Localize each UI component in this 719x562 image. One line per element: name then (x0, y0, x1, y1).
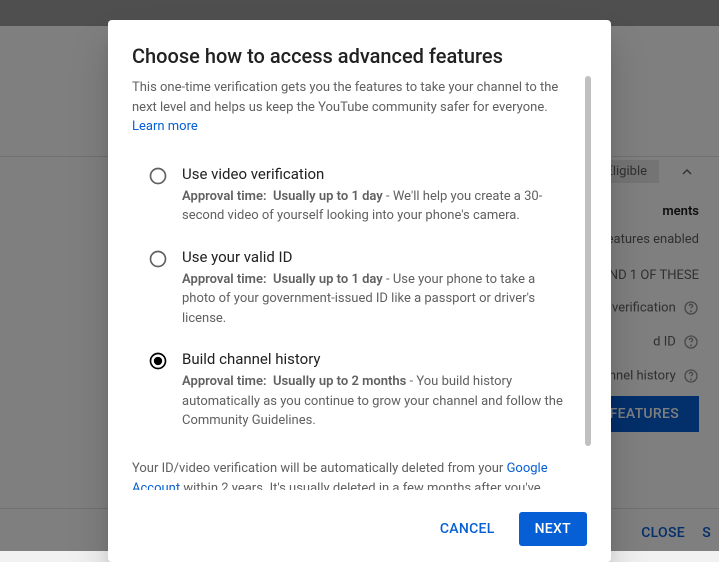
option-description: Approval time: Usually up to 2 months - … (182, 372, 569, 431)
option-description: Approval time: Usually up to 1 day - We'… (182, 187, 569, 226)
option-valid-id[interactable]: Use your valid ID Approval time: Usually… (148, 248, 569, 329)
dialog-footer-text: Your ID/video verification will be autom… (132, 459, 569, 491)
modal-overlay: Choose how to access advanced features T… (0, 0, 719, 551)
dialog-intro: This one-time verification gets you the … (132, 78, 569, 137)
radio-unchecked-icon (148, 249, 168, 269)
option-title: Use your valid ID (182, 248, 569, 266)
option-channel-history[interactable]: Build channel history Approval time: Usu… (148, 350, 569, 431)
option-title: Use video verification (182, 165, 569, 183)
dialog-title: Choose how to access advanced features (132, 44, 587, 68)
option-video-verification[interactable]: Use video verification Approval time: Us… (148, 165, 569, 226)
radio-unchecked-icon (148, 166, 168, 186)
learn-more-link[interactable]: Learn more (132, 119, 198, 134)
advanced-features-dialog: Choose how to access advanced features T… (108, 20, 611, 562)
option-title: Build channel history (182, 350, 569, 368)
cancel-button[interactable]: Cancel (424, 512, 511, 546)
option-description: Approval time: Usually up to 1 day - Use… (182, 270, 569, 329)
radio-checked-icon (148, 351, 168, 371)
next-button[interactable]: Next (519, 512, 587, 546)
